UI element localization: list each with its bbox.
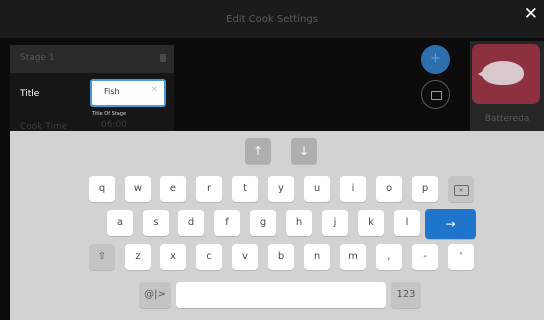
key-g[interactable]: g bbox=[250, 210, 276, 236]
title-row-label: Title bbox=[20, 89, 40, 99]
onscreen-keyboard: ↑ ↓ q w e r t y u i o p × a s d f g h j … bbox=[10, 131, 544, 320]
plus-icon: + bbox=[430, 51, 441, 66]
key-t[interactable]: t bbox=[232, 176, 258, 202]
space-key[interactable] bbox=[176, 282, 386, 308]
key-d[interactable]: d bbox=[178, 210, 204, 236]
backspace-icon: × bbox=[453, 185, 469, 196]
key-n[interactable]: n bbox=[304, 244, 330, 270]
page-title: Edit Cook Settings bbox=[226, 14, 318, 25]
cook-time-value: 06:00 bbox=[101, 120, 127, 130]
key-r[interactable]: r bbox=[196, 176, 222, 202]
close-icon[interactable]: ✕ bbox=[524, 4, 538, 24]
stage-label: Stage 1 bbox=[20, 53, 55, 63]
title-input-value: Fish bbox=[104, 87, 120, 96]
add-stage-button[interactable]: + bbox=[421, 45, 450, 74]
key-x[interactable]: x bbox=[160, 244, 186, 270]
key-a[interactable]: a bbox=[107, 210, 133, 236]
key-v[interactable]: v bbox=[232, 244, 258, 270]
shift-key[interactable]: ⇧ bbox=[89, 244, 115, 270]
key-p[interactable]: p bbox=[412, 176, 438, 202]
key-b[interactable]: b bbox=[268, 244, 294, 270]
key-y[interactable]: y bbox=[268, 176, 294, 202]
key-m[interactable]: m bbox=[340, 244, 366, 270]
title-input[interactable]: Fish ✕ bbox=[90, 79, 166, 107]
backspace-key[interactable]: × bbox=[448, 176, 474, 202]
key-i[interactable]: i bbox=[340, 176, 366, 202]
title-hint: Title Of Stage bbox=[92, 111, 127, 117]
key-apostrophe[interactable]: ' bbox=[448, 244, 474, 270]
key-o[interactable]: o bbox=[376, 176, 402, 202]
key-u[interactable]: u bbox=[304, 176, 330, 202]
stage-header[interactable]: Stage 1 bbox=[10, 45, 174, 73]
key-q[interactable]: q bbox=[89, 176, 115, 202]
clear-icon[interactable]: ✕ bbox=[150, 85, 158, 95]
recipe-card[interactable]: Battereda bbox=[470, 41, 544, 131]
notes-icon bbox=[431, 91, 442, 100]
trash-icon[interactable] bbox=[160, 54, 166, 62]
key-dash[interactable]: - bbox=[412, 244, 438, 270]
key-s[interactable]: s bbox=[143, 210, 169, 236]
special-chars-key[interactable]: @|> bbox=[139, 282, 171, 308]
key-f[interactable]: f bbox=[214, 210, 240, 236]
arrow-down-key[interactable]: ↓ bbox=[291, 138, 317, 164]
recipe-name: Battereda bbox=[484, 114, 530, 124]
key-k[interactable]: k bbox=[358, 210, 384, 236]
key-l[interactable]: l bbox=[394, 210, 420, 236]
key-z[interactable]: z bbox=[125, 244, 151, 270]
key-c[interactable]: c bbox=[196, 244, 222, 270]
key-w[interactable]: w bbox=[125, 176, 151, 202]
notes-button[interactable] bbox=[421, 80, 450, 109]
key-e[interactable]: e bbox=[160, 176, 186, 202]
fish-icon bbox=[482, 61, 524, 85]
key-h[interactable]: h bbox=[286, 210, 312, 236]
enter-key[interactable]: → bbox=[425, 209, 476, 239]
key-comma[interactable]: , bbox=[376, 244, 402, 270]
arrow-up-key[interactable]: ↑ bbox=[245, 138, 271, 164]
key-j[interactable]: j bbox=[322, 210, 348, 236]
numbers-key[interactable]: 123 bbox=[391, 282, 421, 308]
recipe-image bbox=[472, 44, 540, 104]
